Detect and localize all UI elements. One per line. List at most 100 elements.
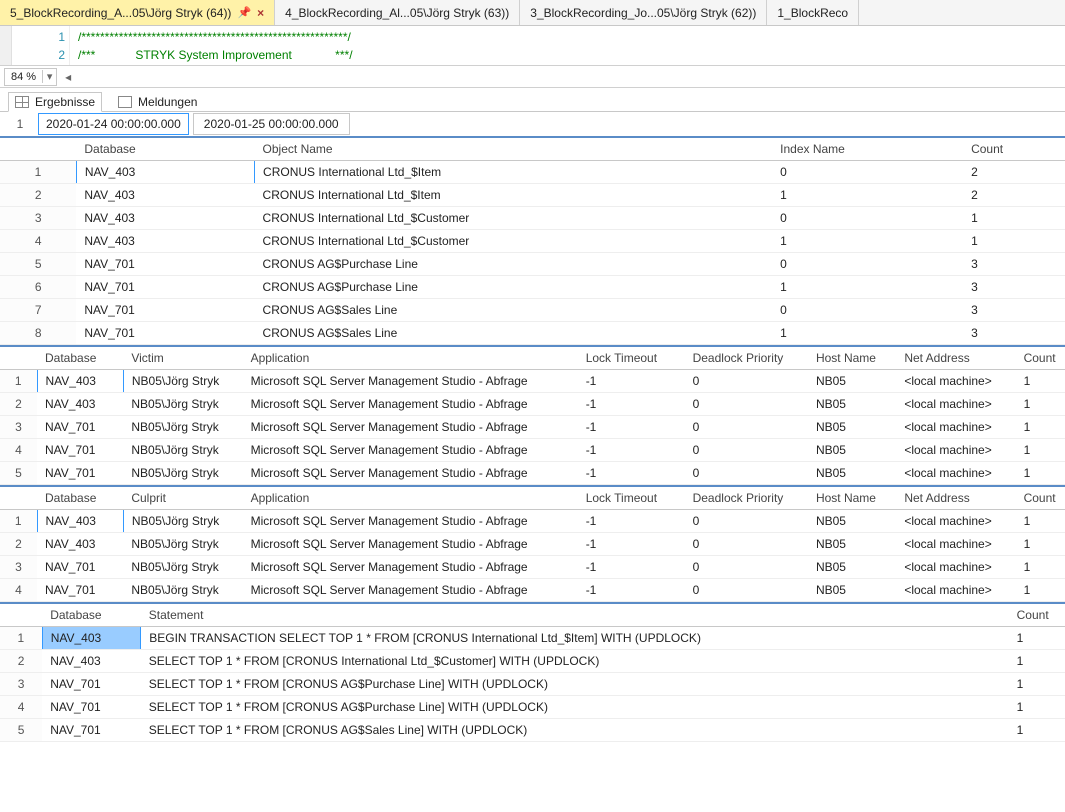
cell[interactable]: 0 [685,439,808,462]
cell[interactable]: SELECT TOP 1 * FROM [CRONUS AG$Purchase … [141,673,1009,696]
cell[interactable]: 1 [772,230,963,253]
cell[interactable]: 0 [772,161,963,184]
tab-messages[interactable]: Meldungen [112,93,203,111]
cell[interactable]: 0 [772,207,963,230]
cell[interactable]: SELECT TOP 1 * FROM [CRONUS AG$Purchase … [141,696,1009,719]
cell[interactable]: Microsoft SQL Server Management Studio -… [243,416,578,439]
cell[interactable]: CRONUS International Ltd_$Item [255,184,773,207]
table-row[interactable]: 4NAV_701 SELECT TOP 1 * FROM [CRONUS AG$… [0,696,1065,719]
cell[interactable]: NAV_701 [42,673,141,696]
cell[interactable]: Microsoft SQL Server Management Studio -… [243,370,578,393]
cell[interactable]: Microsoft SQL Server Management Studio -… [243,556,578,579]
cell[interactable]: NB05 [808,510,896,533]
sql-editor[interactable]: 123 /***********************************… [0,26,1065,66]
cell[interactable]: 0 [772,253,963,276]
column-header[interactable]: Lock Timeout [578,487,685,510]
table-row[interactable]: 8NAV_701CRONUS AG$Sales Line13 [0,322,1065,345]
column-header[interactable]: Statement [141,604,1009,627]
cell[interactable]: NB05\Jörg Stryk [123,510,242,533]
cell[interactable]: <local machine> [896,416,1015,439]
document-tab[interactable]: 1_BlockReco [767,0,859,25]
cell[interactable]: NB05\Jörg Stryk [123,579,242,602]
cell[interactable]: -1 [578,439,685,462]
cell[interactable]: 1 [1016,510,1065,533]
cell[interactable]: Microsoft SQL Server Management Studio -… [243,579,578,602]
cell[interactable]: CRONUS AG$Sales Line [255,322,773,345]
cell[interactable]: NB05 [808,533,896,556]
cell[interactable]: -1 [578,556,685,579]
cell[interactable]: -1 [578,510,685,533]
grid-victims[interactable]: DatabaseVictimApplicationLock TimeoutDea… [0,347,1065,487]
cell[interactable]: NB05\Jörg Stryk [123,416,242,439]
table-row[interactable]: 5NAV_701CRONUS AG$Purchase Line03 [0,253,1065,276]
column-header[interactable]: Application [243,347,578,370]
close-icon[interactable]: × [257,6,264,20]
cell[interactable]: NB05 [808,416,896,439]
cell[interactable]: <local machine> [896,393,1015,416]
cell[interactable]: 1 [1009,627,1065,650]
table-row[interactable]: 3NAV_701NB05\Jörg StrykMicrosoft SQL Ser… [0,556,1065,579]
cell[interactable]: NAV_403 [37,533,123,556]
cell[interactable]: BEGIN TRANSACTION SELECT TOP 1 * FROM [C… [141,627,1009,650]
cell[interactable]: -1 [578,370,685,393]
table-row[interactable]: 1 NAV_403BEGIN TRANSACTION SELECT TOP 1 *… [0,627,1065,650]
table-row[interactable]: 7NAV_701CRONUS AG$Sales Line03 [0,299,1065,322]
cell[interactable]: NAV_403 [42,650,141,673]
cell[interactable]: 1 [1016,370,1065,393]
table-row[interactable]: 3NAV_701NB05\Jörg StrykMicrosoft SQL Ser… [0,416,1065,439]
cell[interactable]: 1 [1016,533,1065,556]
cell[interactable]: 1 [1016,579,1065,602]
cell[interactable]: 1 [772,276,963,299]
start-time-cell[interactable]: 2020-01-24 00:00:00.000 [38,113,189,135]
cell[interactable]: -1 [578,579,685,602]
cell[interactable]: <local machine> [896,462,1015,485]
column-header[interactable]: Database [37,487,123,510]
column-header[interactable]: Count [1016,347,1065,370]
cell[interactable]: 0 [685,533,808,556]
cell[interactable]: 1 [772,322,963,345]
cell[interactable]: <local machine> [896,556,1015,579]
table-row[interactable]: 2NAV_403NB05\Jörg StrykMicrosoft SQL Ser… [0,533,1065,556]
column-header[interactable]: Lock Timeout [578,347,685,370]
cell[interactable]: <local machine> [896,579,1015,602]
cell[interactable]: NB05 [808,579,896,602]
cell[interactable]: 3 [963,299,1065,322]
cell[interactable]: NAV_403 [76,184,254,207]
cell[interactable]: 2 [963,184,1065,207]
cell[interactable]: 1 [1016,462,1065,485]
table-row[interactable]: 3NAV_701 SELECT TOP 1 * FROM [CRONUS AG$… [0,673,1065,696]
cell[interactable]: CRONUS AG$Purchase Line [255,276,773,299]
column-header[interactable]: Net Address [896,347,1015,370]
cell[interactable]: 1 [1009,673,1065,696]
cell[interactable]: 0 [685,370,808,393]
cell[interactable]: 1 [963,230,1065,253]
cell[interactable]: NAV_403 [37,370,123,393]
cell[interactable]: NAV_701 [76,322,254,345]
cell[interactable]: NAV_403 [76,161,254,184]
cell[interactable]: CRONUS International Ltd_$Customer [255,230,773,253]
table-row[interactable]: 1NAV_403CRONUS International Ltd_$Item02 [0,161,1065,184]
cell[interactable]: NB05 [808,556,896,579]
column-header[interactable]: Database [37,347,123,370]
cell[interactable]: 3 [963,253,1065,276]
column-header[interactable]: Application [243,487,578,510]
table-row[interactable]: 6NAV_701CRONUS AG$Purchase Line13 [0,276,1065,299]
cell[interactable]: 0 [685,416,808,439]
document-tab[interactable]: 3_BlockRecording_Jo...05\Jörg Stryk (62)… [520,0,767,25]
cell[interactable]: NAV_403 [42,627,141,650]
cell[interactable]: NAV_403 [76,230,254,253]
table-row[interactable]: 4NAV_701NB05\Jörg StrykMicrosoft SQL Ser… [0,579,1065,602]
chevron-down-icon[interactable]: ▾ [42,70,56,83]
document-tab[interactable]: 5_BlockRecording_A...05\Jörg Stryk (64))… [0,0,275,25]
table-row[interactable]: 1NAV_403NB05\Jörg StrykMicrosoft SQL Ser… [0,510,1065,533]
cell[interactable]: <local machine> [896,439,1015,462]
cell[interactable]: 0 [685,510,808,533]
cell[interactable]: NAV_701 [37,462,123,485]
cell[interactable]: 1 [772,184,963,207]
cell[interactable]: SELECT TOP 1 * FROM [CRONUS AG$Sales Lin… [141,719,1009,742]
cell[interactable]: 1 [1016,416,1065,439]
cell[interactable]: CRONUS AG$Sales Line [255,299,773,322]
cell[interactable]: CRONUS AG$Purchase Line [255,253,773,276]
cell[interactable]: NB05 [808,393,896,416]
cell[interactable]: <local machine> [896,370,1015,393]
